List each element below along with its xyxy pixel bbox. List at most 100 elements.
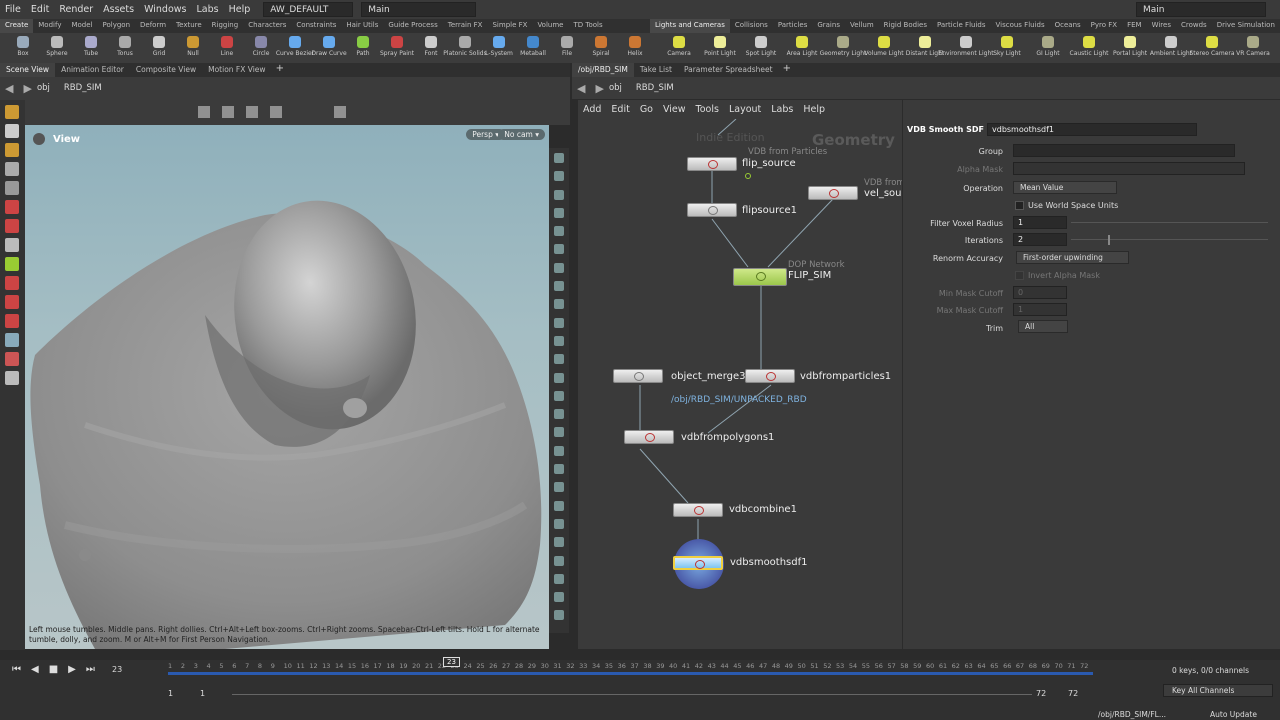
tab-motion-fx-view[interactable]: Motion FX View — [202, 63, 271, 77]
net-menu-tools[interactable]: Tools — [691, 104, 724, 115]
desktop-dropdown[interactable]: AW_DEFAULT — [263, 2, 354, 17]
net-menu-add[interactable]: Add — [578, 104, 606, 115]
display-option-icon[interactable] — [554, 299, 564, 310]
lock-icon[interactable] — [5, 181, 19, 195]
shelf-tab-model[interactable]: Model — [66, 19, 97, 33]
display-option-icon[interactable] — [554, 335, 564, 346]
display-option-icon[interactable] — [554, 610, 564, 621]
shelf-tab-constraints[interactable]: Constraints — [291, 19, 341, 33]
max-mask-field[interactable]: 1 — [1013, 303, 1067, 316]
net-menu-help[interactable]: Help — [798, 104, 830, 115]
display-option-icon[interactable] — [554, 171, 564, 182]
shelf-tab-pyro-fx[interactable]: Pyro FX — [1086, 19, 1122, 33]
tool-ambient-light[interactable]: Ambient Light — [1150, 33, 1192, 63]
tab-parameter-spreadsheet[interactable]: Parameter Spreadsheet — [678, 63, 779, 77]
display-option-icon[interactable] — [554, 500, 564, 511]
shelf-tab-crowds[interactable]: Crowds — [1176, 19, 1212, 33]
tool-sky-light[interactable]: Sky Light — [988, 33, 1026, 63]
grid-icon[interactable] — [5, 276, 19, 290]
display-option-icon[interactable] — [554, 390, 564, 401]
shelf-tab-deform[interactable]: Deform — [135, 19, 171, 33]
shelf-tab-particles[interactable]: Particles — [773, 19, 813, 33]
shelf-tab-hair-utils[interactable]: Hair Utils — [341, 19, 383, 33]
invert-mask-checkbox[interactable] — [1015, 271, 1024, 280]
range-start[interactable]: 1 — [168, 689, 173, 698]
rotate-tool-icon[interactable] — [246, 106, 258, 118]
select-tool-icon[interactable] — [198, 106, 210, 118]
tool-geometry-light[interactable]: Geometry Light — [820, 33, 866, 63]
tool-area-light[interactable]: Area Light — [783, 33, 821, 63]
magnet2-icon[interactable] — [5, 314, 19, 328]
operation-menu[interactable]: Mean Value — [1013, 181, 1117, 194]
tool-null[interactable]: Null — [176, 33, 210, 63]
net-menu-view[interactable]: View — [658, 104, 691, 115]
tool-torus[interactable]: Torus — [108, 33, 142, 63]
shelf-tab-characters[interactable]: Characters — [243, 19, 291, 33]
tool-draw-curve[interactable]: Draw Curve — [311, 33, 347, 63]
shelf-tab-rigid-bodies[interactable]: Rigid Bodies — [879, 19, 932, 33]
node-flipsource1[interactable] — [687, 203, 737, 217]
menu-file[interactable]: File — [0, 4, 26, 15]
tool-environment-light[interactable]: Environment Light — [938, 33, 994, 63]
render-icon[interactable] — [5, 352, 19, 366]
display-option-icon[interactable] — [554, 427, 564, 438]
shelf-tab-particle-fluids[interactable]: Particle Fluids — [932, 19, 991, 33]
node-flip-source[interactable] — [687, 157, 737, 171]
shelf-tab-drive-simulation[interactable]: Drive Simulation — [1212, 19, 1280, 33]
path-node[interactable]: RBD_SIM — [64, 83, 102, 93]
last-frame-icon[interactable]: ⏭ — [86, 664, 95, 675]
tool-circle[interactable]: Circle — [244, 33, 278, 63]
tool-camera[interactable]: Camera — [660, 33, 698, 63]
display-option-icon[interactable] — [554, 189, 564, 200]
update-mode[interactable]: Auto Update — [1210, 710, 1257, 719]
tool-l-system[interactable]: L-System — [482, 33, 516, 63]
shelf-tab-texture[interactable]: Texture — [171, 19, 207, 33]
scene-viewport[interactable]: View Persp ▾ No cam ▾ Left mouse tumbles… — [25, 125, 549, 649]
shelf-tab-fem[interactable]: FEM — [1122, 19, 1147, 33]
tool-spiral[interactable]: Spiral — [584, 33, 618, 63]
frame-marker[interactable]: 23 — [443, 657, 460, 667]
net-menu-go[interactable]: Go — [635, 104, 658, 115]
menu-help[interactable]: Help — [224, 4, 256, 15]
shelf-tab-grains[interactable]: Grains — [812, 19, 845, 33]
stop-icon[interactable]: ■ — [49, 664, 58, 675]
display-option-icon[interactable] — [554, 555, 564, 566]
tab-composite-view[interactable]: Composite View — [130, 63, 202, 77]
step-back-icon[interactable]: ◀ — [31, 664, 39, 675]
iterations-slider[interactable] — [1071, 239, 1268, 240]
menu-windows[interactable]: Windows — [139, 4, 191, 15]
shelf-tab-create[interactable]: Create — [0, 19, 34, 33]
camera-icon[interactable] — [5, 333, 19, 347]
tool-spot-light[interactable]: Spot Light — [742, 33, 780, 63]
display-option-icon[interactable] — [554, 445, 564, 456]
range-start-2[interactable]: 1 — [200, 689, 205, 698]
tool-box[interactable]: Box — [6, 33, 40, 63]
range-end[interactable]: 72 — [1036, 689, 1046, 698]
tool-stereo-camera[interactable]: Stereo Camera — [1190, 33, 1235, 63]
net-path-obj[interactable]: obj — [609, 83, 622, 93]
iterations-slider-handle[interactable] — [1108, 235, 1110, 245]
shelf-tab-vellum[interactable]: Vellum — [845, 19, 879, 33]
alpha-mask-field[interactable] — [1013, 162, 1245, 175]
display-option-icon[interactable] — [554, 226, 564, 237]
tool-point-light[interactable]: Point Light — [701, 33, 739, 63]
display-option-icon[interactable] — [554, 518, 564, 529]
scale-tool-icon[interactable] — [270, 106, 282, 118]
snap-icon[interactable] — [334, 106, 346, 118]
net-menu-layout[interactable]: Layout — [724, 104, 766, 115]
camera-menu[interactable]: No cam ▾ — [498, 129, 545, 140]
menu-assets[interactable]: Assets — [98, 4, 139, 15]
display-option-icon[interactable] — [554, 207, 564, 218]
min-mask-field[interactable]: 0 — [1013, 286, 1067, 299]
shelf-tab-simple-fx[interactable]: Simple FX — [487, 19, 532, 33]
right-context-dropdown[interactable]: Main — [1136, 2, 1266, 17]
range-end-2[interactable]: 72 — [1068, 689, 1078, 698]
shelf-tab-collisions[interactable]: Collisions — [730, 19, 773, 33]
filter-voxel-field[interactable]: 1 — [1013, 216, 1067, 229]
tab-obj-rbd-sim[interactable]: /obj/RBD_SIM — [572, 63, 634, 77]
network-editor[interactable]: Indie Edition Geometry VDB from Particle… — [578, 119, 902, 649]
add-right-tab-icon[interactable]: + — [779, 63, 795, 77]
net-back-icon[interactable]: ◀ — [577, 82, 585, 95]
tool-metaball[interactable]: Metaball — [516, 33, 550, 63]
play-icon[interactable]: ▶ — [68, 664, 76, 675]
